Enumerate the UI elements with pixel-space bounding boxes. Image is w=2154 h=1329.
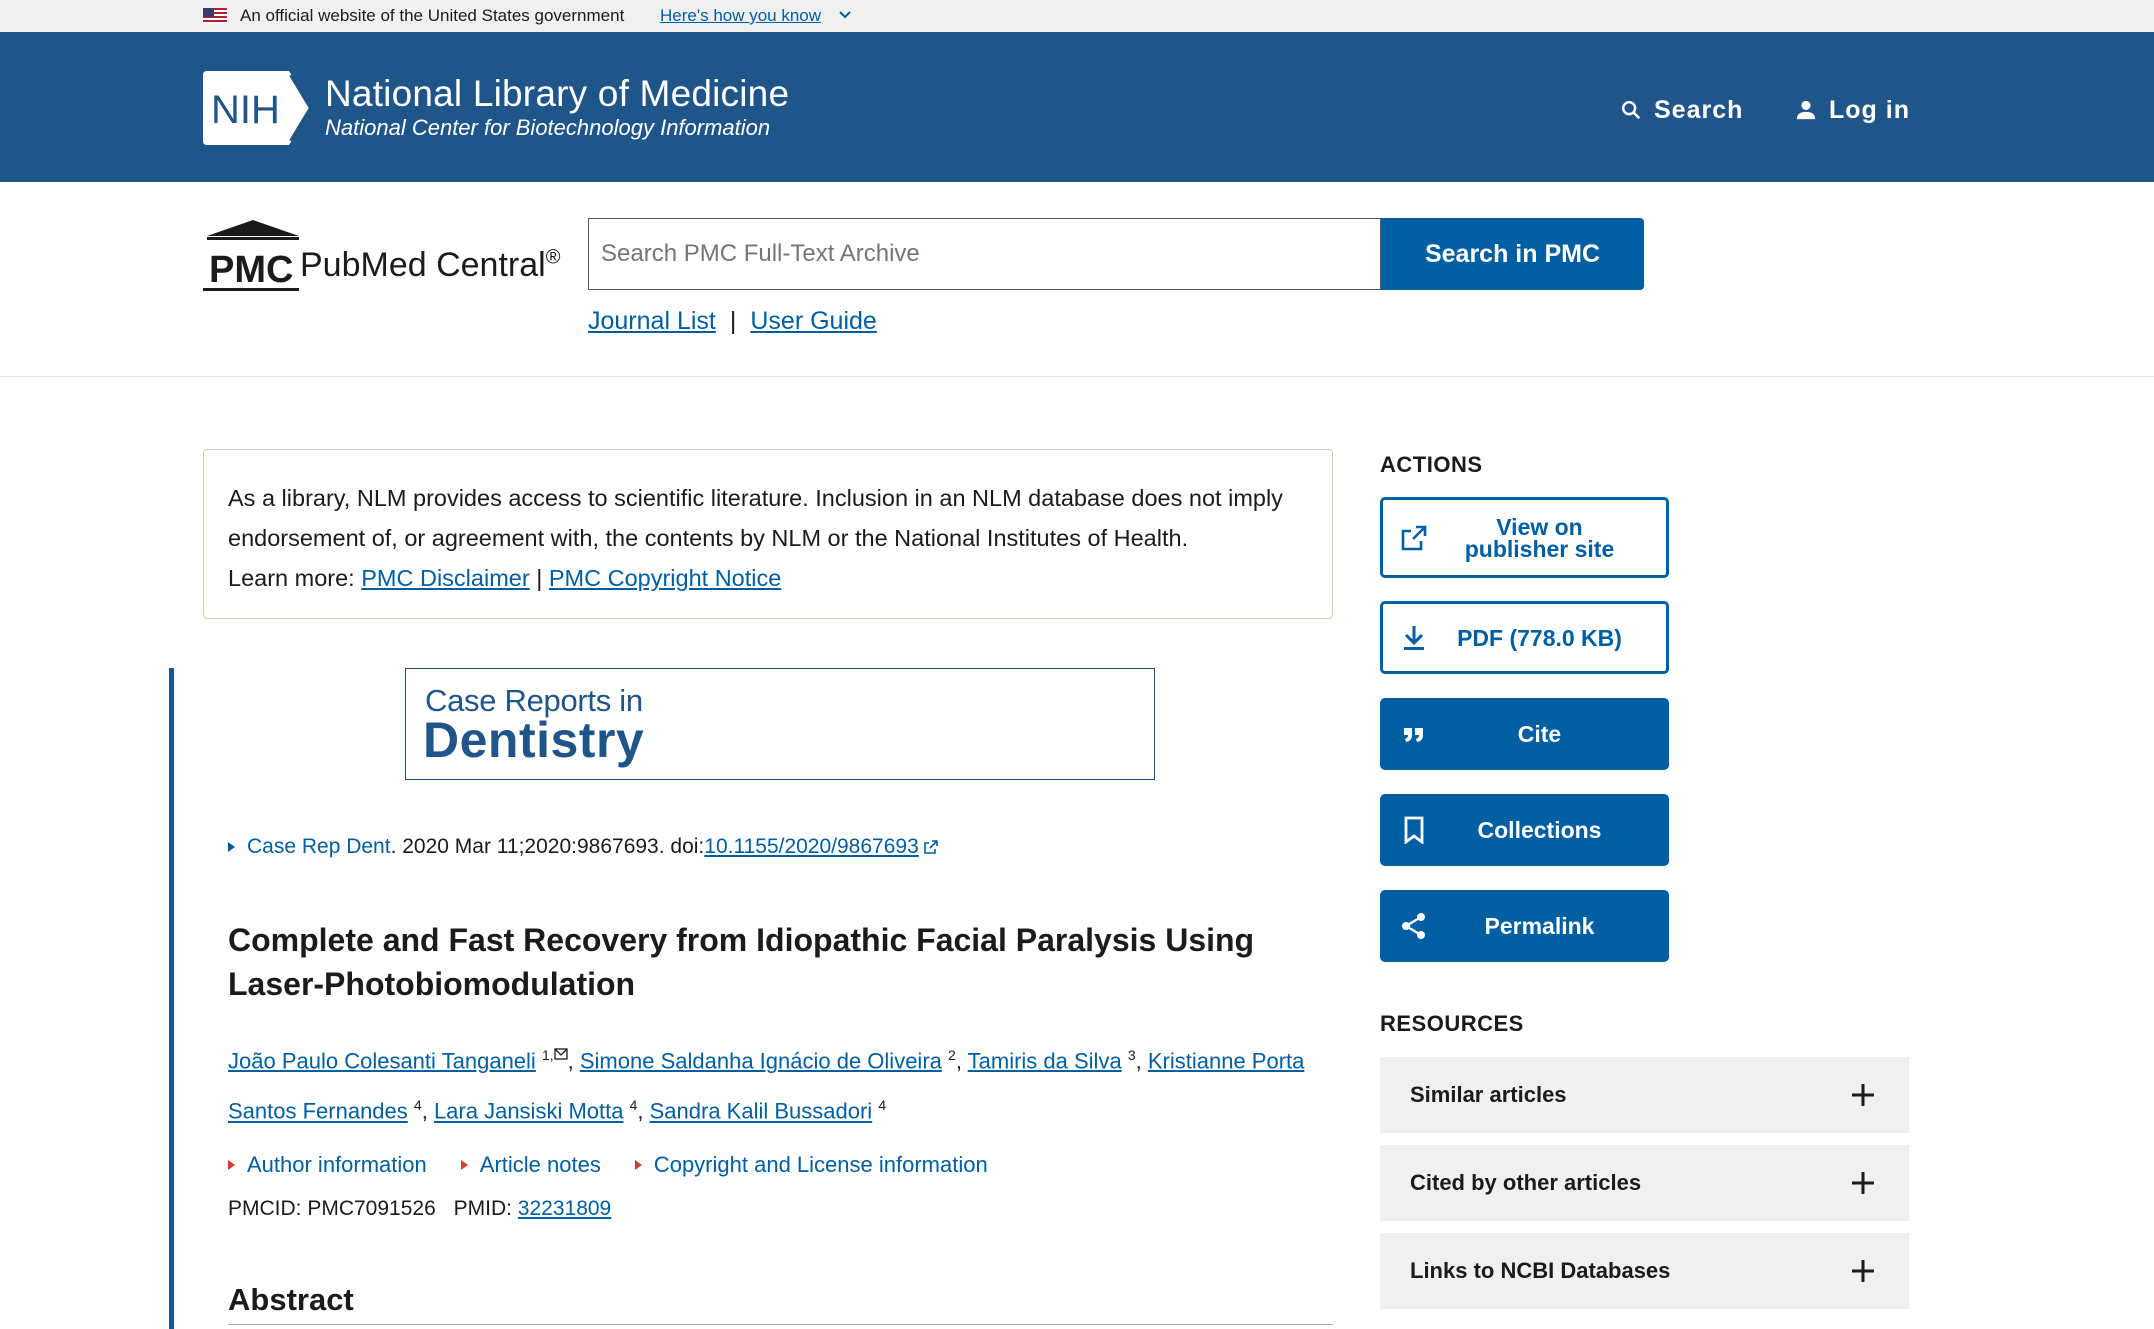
author-link[interactable]: Lara Jansiski Motta bbox=[434, 1099, 624, 1124]
view-publisher-button[interactable]: View on publisher site bbox=[1380, 497, 1669, 578]
article-info-links: Author information Article notes Copyrig… bbox=[228, 1152, 1022, 1178]
article-notes-label: Article notes bbox=[479, 1152, 601, 1177]
registered-mark: ® bbox=[545, 246, 561, 269]
pmc-links: Journal List | User Guide bbox=[588, 307, 877, 336]
how-you-know-link[interactable]: Here's how you know bbox=[660, 6, 821, 26]
external-link-icon bbox=[923, 840, 938, 854]
author-list: João Paulo Colesanti Tanganeli 1,, Simon… bbox=[228, 1033, 1338, 1134]
resources-heading: RESOURCES bbox=[1380, 1011, 1524, 1036]
author-separator: , bbox=[637, 1098, 650, 1124]
nih-logo-text: NIH bbox=[211, 88, 280, 132]
pmc-name-text: PubMed Central bbox=[300, 246, 546, 284]
resource-label: Links to NCBI Databases bbox=[1410, 1258, 1671, 1283]
pmc-logo-text: PMC bbox=[209, 249, 293, 291]
collections-button[interactable]: Collections bbox=[1380, 794, 1669, 866]
bookmark-icon bbox=[1399, 815, 1429, 845]
author-separator: , bbox=[567, 1048, 580, 1074]
view-publisher-line2: publisher site bbox=[1464, 535, 1615, 562]
citation-line: Case Rep Dent . 2020 Mar 11;2020:9867693… bbox=[228, 835, 939, 859]
triangle-right-icon bbox=[460, 1160, 468, 1170]
pmcid: PMCID: PMC7091526 bbox=[228, 1197, 436, 1220]
nlm-subtitle: National Center for Biotechnology Inform… bbox=[325, 115, 771, 140]
author-affiliation[interactable]: 3 bbox=[1128, 1047, 1136, 1063]
disclaimer-separator: | bbox=[536, 565, 543, 591]
header-search-button[interactable]: Search bbox=[1620, 92, 1743, 128]
plus-icon bbox=[1852, 1172, 1874, 1194]
link-separator: | bbox=[729, 307, 737, 335]
copyright-info-toggle[interactable]: Copyright and License information bbox=[634, 1152, 988, 1178]
journal-name-link[interactable]: Case Rep Dent bbox=[247, 835, 391, 859]
doi-link[interactable]: 10.1155/2020/9867693 bbox=[704, 835, 919, 859]
article-title: Complete and Fast Recovery from Idiopath… bbox=[228, 922, 1255, 1002]
us-flag-icon bbox=[203, 8, 227, 24]
author-separator: , bbox=[421, 1098, 434, 1124]
author-information-toggle[interactable]: Author information bbox=[228, 1152, 427, 1178]
mail-icon[interactable] bbox=[553, 1048, 568, 1060]
header-search-label: Search bbox=[1654, 95, 1744, 124]
share-icon bbox=[1399, 911, 1429, 941]
pdf-download-button[interactable]: PDF (778.0 KB) bbox=[1380, 601, 1669, 674]
triangle-right-icon bbox=[228, 1160, 235, 1170]
nlm-disclaimer: As a library, NLM provides access to sci… bbox=[203, 449, 1333, 619]
resource-label: Similar articles bbox=[1410, 1082, 1567, 1107]
search-icon bbox=[1622, 101, 1641, 120]
author-separator: , bbox=[955, 1048, 968, 1074]
pmc-disclaimer-link[interactable]: PMC Disclaimer bbox=[361, 565, 529, 591]
pmc-logo[interactable]: PMC bbox=[203, 218, 303, 294]
author-link[interactable]: Tamiris da Silva bbox=[968, 1048, 1122, 1073]
cite-button[interactable]: Cite bbox=[1380, 698, 1669, 770]
author-link[interactable]: Sandra Kalil Bussadori bbox=[650, 1099, 873, 1124]
author-separator: , bbox=[1135, 1048, 1148, 1074]
article-ids: PMCID: PMC7091526 PMID: 32231809 bbox=[228, 1197, 611, 1221]
external-link-icon bbox=[1399, 523, 1429, 553]
pmc-copyright-link[interactable]: PMC Copyright Notice bbox=[549, 565, 781, 591]
learn-more-label: Learn more: bbox=[228, 565, 355, 591]
gov-banner-text: An official website of the United States… bbox=[240, 6, 625, 25]
plus-icon bbox=[1852, 1084, 1874, 1106]
search-in-pmc-button[interactable]: Search in PMC bbox=[1381, 218, 1644, 290]
pmc-name[interactable]: PubMed Central® bbox=[300, 246, 560, 285]
actions-heading: ACTIONS bbox=[1380, 452, 1483, 477]
user-guide-link[interactable]: User Guide bbox=[750, 307, 876, 336]
copyright-info-label: Copyright and License information bbox=[653, 1152, 988, 1177]
journal-banner-line2: Dentistry bbox=[423, 712, 645, 768]
journal-banner[interactable]: Case Reports in Dentistry bbox=[405, 668, 1155, 780]
chevron-down-icon[interactable] bbox=[838, 8, 852, 22]
pmid-label: PMID: bbox=[453, 1197, 512, 1220]
abstract-heading: Abstract bbox=[228, 1282, 354, 1317]
citation-details: . 2020 Mar 11;2020:9867693. doi: bbox=[390, 835, 705, 858]
author-affiliation[interactable]: 4 bbox=[414, 1097, 422, 1113]
user-icon bbox=[1796, 100, 1816, 120]
nlm-header: NIH National Library of Medicine Nationa… bbox=[0, 32, 2154, 182]
permalink-button[interactable]: Permalink bbox=[1380, 890, 1669, 962]
pmc-search-bar: PMC PubMed Central® Search in PMC Journa… bbox=[0, 182, 2154, 377]
pmc-search-input[interactable] bbox=[588, 218, 1381, 290]
login-label: Log in bbox=[1829, 95, 1910, 124]
article-accent-rule bbox=[169, 668, 174, 1329]
disclaimer-text: As a library, NLM provides access to sci… bbox=[228, 485, 1283, 551]
triangle-right-icon bbox=[634, 1160, 642, 1170]
author-link[interactable]: João Paulo Colesanti Tanganeli bbox=[228, 1048, 536, 1073]
author-affiliation[interactable]: 1, bbox=[542, 1047, 554, 1063]
abstract-divider bbox=[228, 1324, 1333, 1325]
resource-ncbi-links[interactable]: Links to NCBI Databases bbox=[1380, 1233, 1909, 1309]
download-icon bbox=[1399, 623, 1429, 653]
author-information-label: Author information bbox=[247, 1152, 427, 1177]
author-affiliation[interactable]: 2 bbox=[948, 1047, 956, 1063]
author-link[interactable]: Simone Saldanha Ignácio de Oliveira bbox=[580, 1048, 942, 1073]
triangle-right-icon[interactable] bbox=[228, 842, 235, 852]
pmid-link[interactable]: 32231809 bbox=[518, 1197, 611, 1220]
gov-banner: An official website of the United States… bbox=[0, 0, 2154, 32]
quote-icon bbox=[1399, 719, 1429, 749]
resource-cited-by[interactable]: Cited by other articles bbox=[1380, 1145, 1909, 1221]
author-affiliation[interactable]: 4 bbox=[878, 1097, 886, 1113]
login-button[interactable]: Log in bbox=[1795, 92, 1910, 128]
nih-logo[interactable]: NIH bbox=[203, 71, 315, 145]
nlm-title[interactable]: National Library of Medicine bbox=[325, 73, 789, 115]
plus-icon bbox=[1852, 1260, 1874, 1282]
resource-label: Cited by other articles bbox=[1410, 1170, 1642, 1195]
article-notes-toggle[interactable]: Article notes bbox=[460, 1152, 601, 1178]
journal-list-link[interactable]: Journal List bbox=[588, 307, 716, 336]
resource-similar-articles[interactable]: Similar articles bbox=[1380, 1057, 1909, 1133]
